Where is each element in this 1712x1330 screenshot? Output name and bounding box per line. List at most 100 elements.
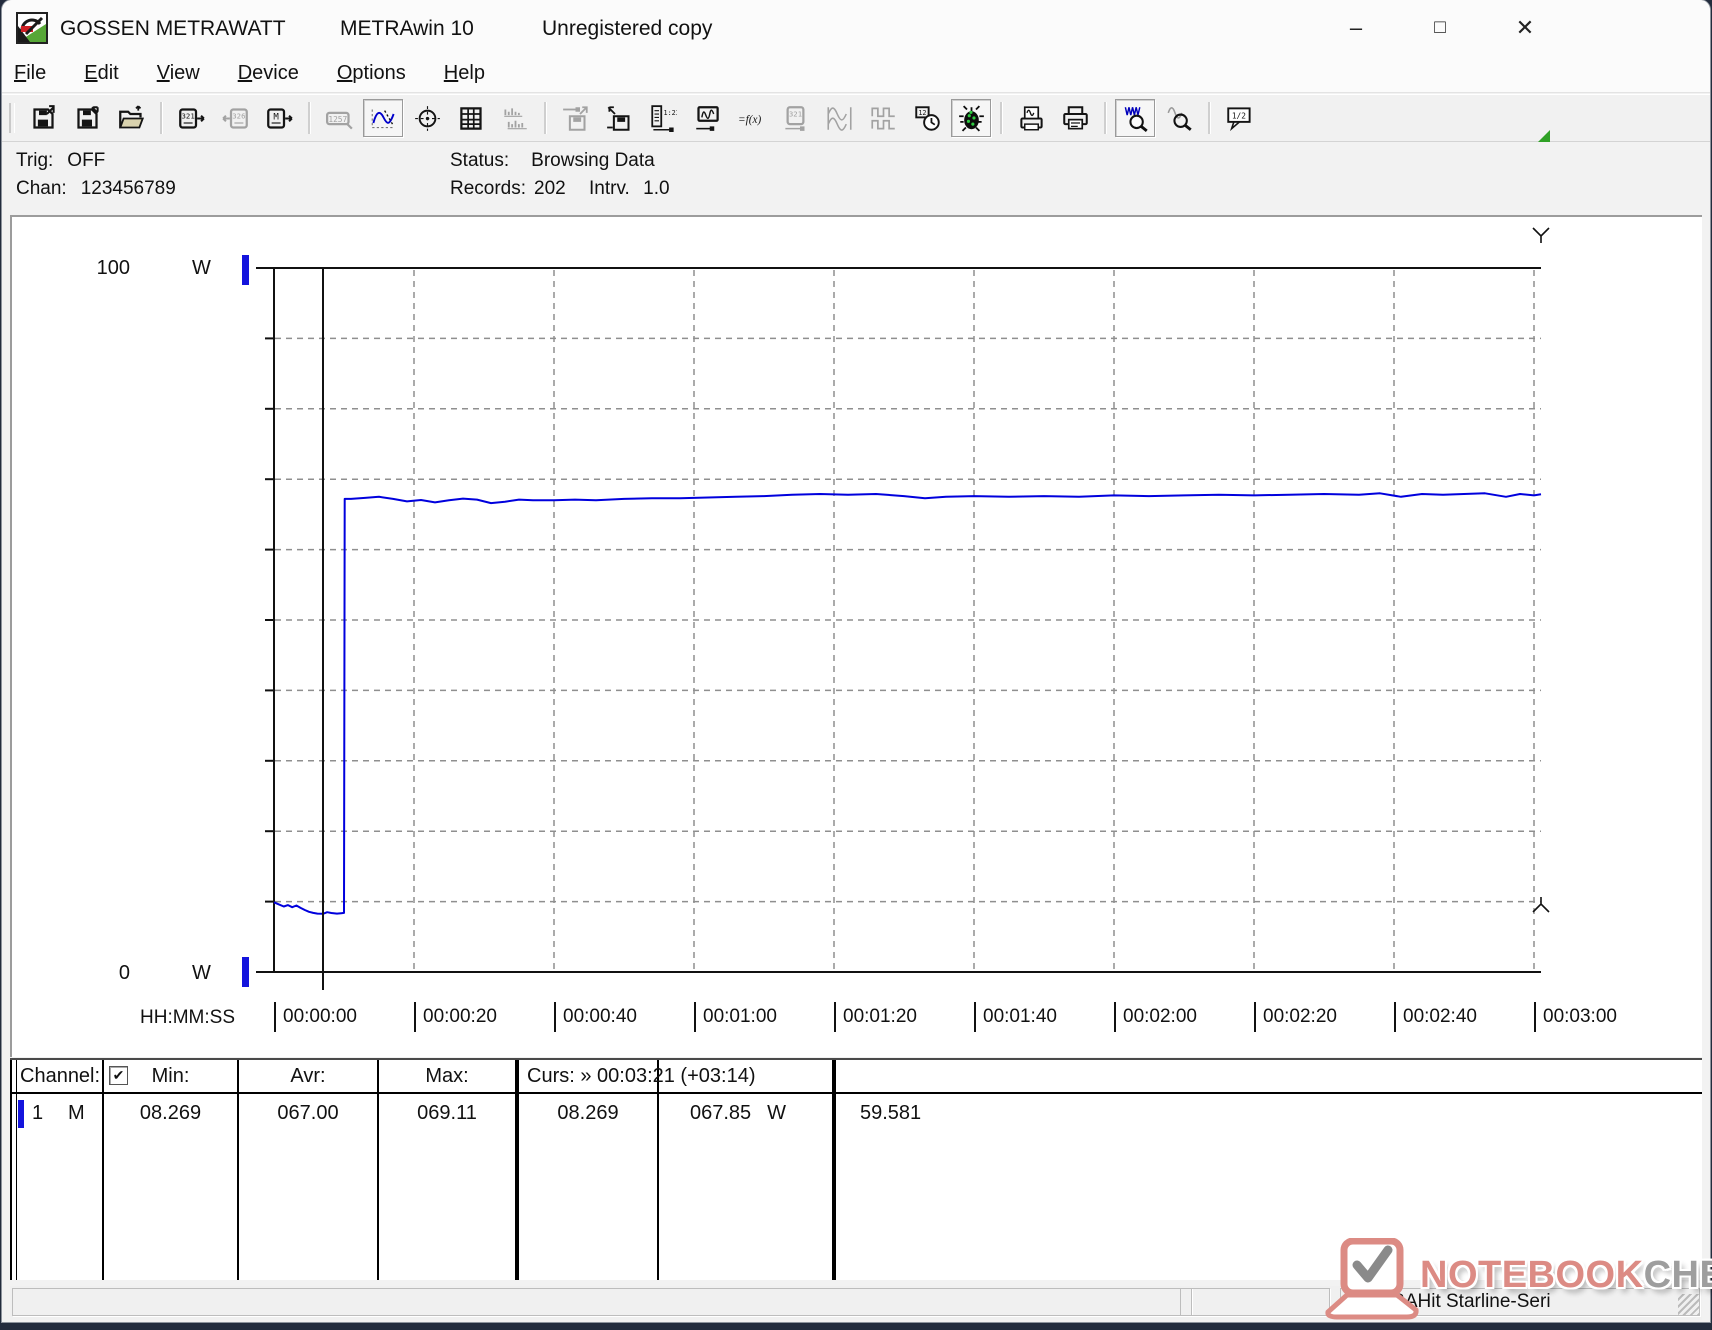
digital-output-button xyxy=(863,99,903,137)
printer-page-icon xyxy=(1019,105,1043,130)
brand-title: GOSSEN METRAWATT xyxy=(60,17,286,40)
maximize-button[interactable]: □ xyxy=(1418,10,1462,46)
menu-item-options[interactable]: Options xyxy=(337,62,406,85)
svg-text:12: 12 xyxy=(918,109,926,117)
app-logo-icon xyxy=(16,12,48,44)
channel-status: Chan: 123456789 xyxy=(16,178,176,199)
zoom-overview-button[interactable] xyxy=(1159,99,1199,137)
bug-icon xyxy=(958,104,984,132)
time-settings-button[interactable]: 12 xyxy=(907,99,947,137)
y-axis-unit-top: W xyxy=(192,257,211,279)
cursor-handle-top[interactable] xyxy=(1532,227,1550,243)
y-scale-handle-bottom[interactable] xyxy=(242,957,249,987)
menu-item-help[interactable]: Help xyxy=(444,62,485,85)
clock-calendar-icon: 12 xyxy=(914,105,940,131)
open-file-button[interactable] xyxy=(111,99,151,137)
value-avr: 067.00 xyxy=(277,1102,339,1124)
toolbar-separator xyxy=(1000,102,1002,134)
svg-text:1/2: 1/2 xyxy=(1231,111,1245,120)
zoom-signal-button[interactable] xyxy=(1115,99,1155,137)
floppy-import-icon xyxy=(606,105,630,131)
close-button[interactable]: ✕ xyxy=(1503,10,1547,46)
menu-item-device[interactable]: Device xyxy=(238,62,299,85)
table-view-button[interactable] xyxy=(451,99,491,137)
y-scale-handle-top[interactable] xyxy=(242,255,249,285)
table-header-cursor: Curs: » 00:03:21 (+03:14) xyxy=(527,1065,756,1087)
svg-text:321: 321 xyxy=(788,109,801,118)
analog-output-button xyxy=(819,99,859,137)
sine-waves-icon xyxy=(826,106,852,131)
value-list-button[interactable]: 1:23 xyxy=(643,99,683,137)
online-display-button[interactable] xyxy=(687,99,727,137)
send-device-326-button: 326 xyxy=(215,99,255,137)
channel-number: 1 xyxy=(32,1102,44,1124)
formula-button[interactable]: =f(x) xyxy=(731,99,771,137)
svg-text:321: 321 xyxy=(181,111,194,120)
x-tick-00:01:00: 00:01:00 xyxy=(694,1002,777,1032)
trigger-status: Trig: OFF xyxy=(16,150,106,171)
curve-icon xyxy=(371,109,395,128)
read-device-321-button[interactable]: 321 xyxy=(171,99,211,137)
curve-view-button[interactable] xyxy=(363,99,403,137)
crosshair-icon xyxy=(414,105,440,131)
toolbar-separator xyxy=(308,102,310,134)
x-tick-00:00:20: 00:00:20 xyxy=(414,1002,497,1032)
floppy-out-icon xyxy=(32,104,55,129)
minimize-button[interactable]: – xyxy=(1334,10,1378,46)
menu-bar: File Edit View Device Options Help xyxy=(2,55,1710,93)
toolbar-grip[interactable] xyxy=(9,103,15,133)
menu-item-edit[interactable]: Edit xyxy=(84,62,118,85)
device-settings-button: 321 xyxy=(775,99,815,137)
menu-item-view[interactable]: View xyxy=(157,62,200,85)
print-button[interactable] xyxy=(1055,99,1095,137)
debug-button[interactable] xyxy=(951,99,991,137)
monitor-wave-icon xyxy=(695,105,719,131)
status-bar-aux-cell xyxy=(1180,1288,1330,1316)
app-title: METRAwin 10 xyxy=(340,17,474,40)
meter-321-right-icon: 321 xyxy=(178,107,205,129)
x-axis-format-label: HH:MM:SS xyxy=(140,1007,235,1028)
toolbar-separator xyxy=(160,102,162,134)
power-curve xyxy=(273,492,1542,915)
toolbar: 321 326 M 1257 1:23 =f(x) 321 12 1/2 xyxy=(2,94,1710,142)
x-tick-00:01:20: 00:01:20 xyxy=(834,1002,917,1032)
menu-item-file[interactable]: File xyxy=(14,62,46,85)
x-tick-00:00:40: 00:00:40 xyxy=(554,1002,637,1032)
status-bar-message-cell xyxy=(12,1288,1192,1316)
import-data-button[interactable] xyxy=(599,99,639,137)
value-cursor-b: 067.85 W xyxy=(690,1102,787,1124)
print-preview-button[interactable] xyxy=(1011,99,1051,137)
speech-note-icon: 1/2 xyxy=(1226,106,1251,131)
cursor-handle-bottom[interactable] xyxy=(1532,897,1550,913)
svg-text:=f(x): =f(x) xyxy=(738,114,761,126)
table-header-min: Min: xyxy=(151,1065,190,1087)
notebookcheck-watermark: NOTEBOOKCHECK xyxy=(1320,1238,1712,1322)
printer-icon xyxy=(1062,105,1088,129)
lcd-display-icon: 1257 xyxy=(325,111,353,129)
save-button[interactable] xyxy=(67,99,107,137)
watermark-text: NOTEBOOKCHECK xyxy=(1420,1254,1712,1296)
value-min: 08.269 xyxy=(139,1102,202,1124)
y-axis-unit-bottom: W xyxy=(192,962,211,984)
svg-text:1:23: 1:23 xyxy=(663,109,677,117)
floppy-export-icon xyxy=(562,105,588,131)
records-status: Records: 202 Intrv. 1.0 xyxy=(450,178,670,199)
app-window: GOSSEN METRAWATT METRAwin 10 Unregistere… xyxy=(2,0,1712,1322)
save-as-button[interactable] xyxy=(23,99,63,137)
value-delta: 59.581 xyxy=(860,1102,922,1124)
meter-m-right-icon: M xyxy=(266,107,293,129)
notebookcheck-laptop-icon xyxy=(1325,1238,1419,1320)
histogram-icon xyxy=(503,107,527,129)
scope-view-button[interactable] xyxy=(407,99,447,137)
channel-color-bar xyxy=(18,1100,24,1128)
table-header-avr: Avr: xyxy=(290,1065,326,1087)
acquisition-status-panel: Trig: OFF Chan: 123456789 Status: Browsing … xyxy=(2,142,1710,215)
read-memory-button[interactable]: M xyxy=(259,99,299,137)
chart-plot[interactable] xyxy=(12,217,1704,1059)
annotations-button[interactable]: 1/2 xyxy=(1219,99,1259,137)
histogram-view-button xyxy=(495,99,535,137)
folder-open-icon xyxy=(118,104,144,128)
floppy-in-icon xyxy=(76,105,99,129)
square-waves-icon xyxy=(870,107,895,129)
title-bar: GOSSEN METRAWATT METRAwin 10 Unregistere… xyxy=(2,0,1710,55)
